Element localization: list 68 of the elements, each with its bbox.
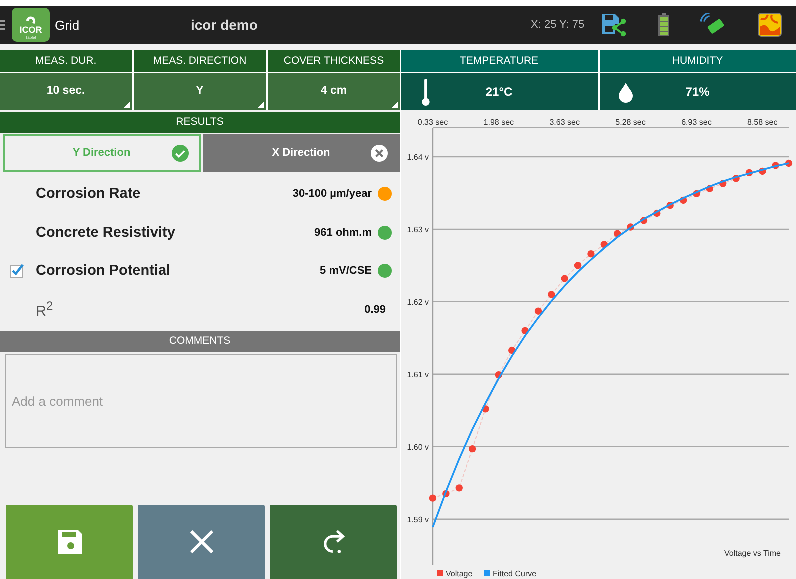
x-tick-label: 8.58 sec xyxy=(748,118,778,127)
logo-text: ICOR xyxy=(20,26,42,35)
result-value: 5 mV/CSE xyxy=(320,265,372,278)
save-icon xyxy=(56,528,84,556)
y-tick-label: 1.61 v xyxy=(407,370,429,380)
thermometer-icon xyxy=(421,79,431,106)
save-share-icon[interactable] xyxy=(600,13,627,37)
y-tick-label: 1.59 v xyxy=(407,515,429,524)
x-tick-label: 0.33 sec xyxy=(418,118,448,127)
result-label: R$^{2}$ xyxy=(36,299,54,320)
point xyxy=(588,250,595,258)
map-icon[interactable] xyxy=(756,13,783,37)
result-value: 0.99 xyxy=(364,304,386,316)
result-value: 30-100 µm/year xyxy=(292,188,372,200)
wireless-device-icon[interactable] xyxy=(700,13,726,37)
x-tick-label: 6.93 sec xyxy=(682,118,712,127)
y-tick-label: 1.60 v xyxy=(407,442,429,452)
check-circle-icon xyxy=(172,145,188,162)
y-tick-label: 1.63 v xyxy=(407,225,429,234)
point xyxy=(534,308,542,315)
app-title: icor demo xyxy=(191,17,259,33)
close-circle-icon xyxy=(371,145,388,162)
logo-mark-icon xyxy=(25,16,37,26)
setting-header: COVER THICKNESS xyxy=(268,50,400,72)
coordinates-text: X: 25 Y: 75 xyxy=(531,19,585,31)
comment-field[interactable]: Add a comment xyxy=(5,354,397,448)
save-button[interactable] xyxy=(6,505,133,579)
point xyxy=(456,484,463,492)
dropdown-corner-icon xyxy=(124,102,130,108)
condition-value: 71% xyxy=(686,84,710,98)
setting-dropdown[interactable]: Y xyxy=(134,73,266,110)
x-tick-label: 1.98 sec xyxy=(484,118,514,127)
direction-tab[interactable]: X Direction xyxy=(202,134,400,172)
condition-header: HUMIDITY xyxy=(600,50,796,72)
result-label: Corrosion Potential xyxy=(36,263,172,280)
result-label: Corrosion Rate xyxy=(36,186,142,202)
setting-header: MEAS. DIRECTION xyxy=(134,50,266,72)
point xyxy=(561,275,568,282)
point xyxy=(574,262,582,270)
close-icon xyxy=(188,528,216,556)
y-tick-label: 1.62 v xyxy=(407,298,429,307)
mode-label: Grid xyxy=(55,18,81,32)
y-tick-label: 1.64 v xyxy=(407,153,429,162)
chart-title: Voltage vs Time xyxy=(724,549,781,558)
setting-dropdown[interactable]: 10 sec. xyxy=(0,73,132,110)
legend-label: Fitted Curve xyxy=(493,570,537,578)
setting-dropdown[interactable]: 4 cm xyxy=(268,73,400,110)
condition-header: TEMPERATURE xyxy=(401,50,598,72)
results-header: RESULTS xyxy=(0,112,400,133)
point xyxy=(548,291,556,298)
x-tick-label: 3.63 sec xyxy=(550,118,580,127)
legend-swatch xyxy=(484,570,490,576)
checkbox[interactable] xyxy=(10,264,24,278)
legend-label: Voltage xyxy=(446,570,473,578)
condition-value: 21°C xyxy=(486,84,513,98)
point xyxy=(429,494,437,502)
result-value: 961 ohm.m xyxy=(314,226,372,239)
result-label: Concrete Resistivity xyxy=(36,224,176,241)
dropdown-corner-icon xyxy=(258,102,264,108)
battery-icon[interactable] xyxy=(658,13,670,37)
menu-icon[interactable] xyxy=(0,20,5,30)
point xyxy=(468,445,476,453)
dropdown-corner-icon xyxy=(392,102,398,108)
x-tick-label: 5.28 sec xyxy=(616,118,646,127)
setting-header: MEAS. DUR. xyxy=(0,50,132,72)
water-drop-icon xyxy=(618,83,634,103)
comments-header: COMMENTS xyxy=(0,331,400,352)
legend-swatch xyxy=(437,570,443,576)
